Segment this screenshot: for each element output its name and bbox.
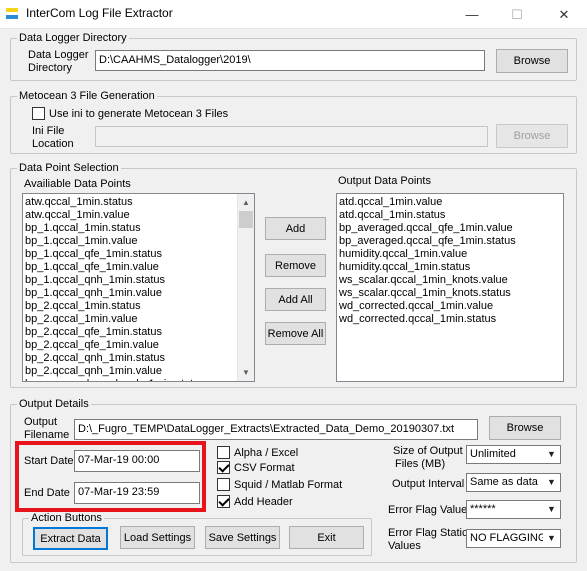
output-filename-input[interactable]: D:\_Fugro_TEMP\DataLogger_Extracts\Extra… — [74, 419, 478, 440]
add-all-button[interactable]: Add All — [265, 288, 326, 311]
datalogger-label-line1: Data Logger — [28, 49, 89, 61]
available-list-item[interactable]: bp_1.qccal_qnh_1min.status — [23, 274, 238, 287]
ini-label-line1: Ini File — [32, 125, 65, 137]
add-header-checkbox[interactable] — [217, 495, 230, 508]
metocean-group-label: Metocean 3 File Generation — [17, 89, 157, 103]
close-button[interactable]: ✕ — [541, 0, 587, 29]
use-ini-checkbox[interactable] — [32, 107, 45, 120]
error-static-label-line1: Error Flag Static — [388, 527, 468, 539]
output-list-item[interactable]: ws_scalar.qccal_1min_knots.status — [337, 287, 563, 300]
error-static-label-line2: Values — [388, 540, 421, 552]
output-list[interactable]: atd.qccal_1min.value atd.qccal_1min.statu… — [336, 193, 564, 382]
output-list-item[interactable]: wd_corrected.qccal_1min.status — [337, 313, 563, 326]
available-list-item[interactable]: atw.qccal_1min.status — [23, 196, 238, 209]
size-label-line2: Files (MB) — [395, 458, 446, 470]
datapoint-group: Data Point Selection Availiable Data Poi… — [10, 161, 577, 388]
interval-label: Output Interval — [392, 478, 465, 490]
use-ini-label: Use ini to generate Metocean 3 Files — [49, 108, 229, 120]
dropdown-arrow-icon[interactable]: ▼ — [543, 446, 560, 463]
squid-matlab-checkbox[interactable] — [217, 478, 230, 491]
available-label: Availiable Data Points — [24, 178, 131, 190]
filename-label-line1: Output — [24, 416, 58, 428]
available-list-item[interactable]: bp_averaged.qccal_qnh_1min.status — [23, 378, 238, 381]
date-highlight-frame — [15, 441, 206, 512]
datapoint-group-label: Data Point Selection — [17, 161, 121, 175]
ini-label-line2: Location — [32, 138, 74, 150]
dropdown-arrow-icon[interactable]: ▼ — [543, 530, 560, 547]
available-list-item[interactable]: bp_2.qccal_qnh_1min.status — [23, 352, 238, 365]
output-list-item[interactable]: humidity.qccal_1min.status — [337, 261, 563, 274]
datalogger-group-label: Data Logger Directory — [17, 31, 129, 45]
available-list-item[interactable]: atw.qccal_1min.value — [23, 209, 238, 222]
interval-select-value: Same as data — [470, 476, 538, 488]
size-label-line1: Size of Output — [393, 445, 463, 457]
csv-format-checkbox[interactable] — [217, 461, 230, 474]
available-list-item[interactable]: bp_1.qccal_1min.value — [23, 235, 238, 248]
scroll-up-icon[interactable]: ▲ — [238, 194, 254, 211]
output-list-item[interactable]: atd.qccal_1min.value — [337, 196, 563, 209]
load-settings-button[interactable]: Load Settings — [120, 526, 195, 549]
minimize-button[interactable]: — — [449, 0, 495, 29]
datalogger-path-input[interactable]: D:\CAAHMS_Datalogger\2019\ — [95, 50, 485, 71]
scroll-down-icon[interactable]: ▼ — [238, 364, 254, 381]
datalogger-browse-button[interactable]: Browse — [496, 49, 568, 73]
save-settings-button[interactable]: Save Settings — [205, 526, 280, 549]
add-header-label: Add Header — [234, 496, 293, 508]
datalogger-group: Data Logger Directory Data Logger Direct… — [10, 31, 577, 81]
metocean-group: Metocean 3 File Generation Use ini to ge… — [10, 89, 577, 154]
error-flag-label: Error Flag Value — [388, 504, 468, 516]
output-list-item[interactable]: atd.qccal_1min.status — [337, 209, 563, 222]
available-list-item[interactable]: bp_2.qccal_qnh_1min.value — [23, 365, 238, 378]
maximize-button[interactable]: ☐ — [494, 0, 540, 29]
app-logo-icon — [6, 7, 20, 21]
window-title: InterCom Log File Extractor — [26, 6, 173, 20]
squid-matlab-label: Squid / Matlab Format — [234, 479, 343, 491]
ini-browse-button[interactable]: Browse — [496, 124, 568, 148]
size-select-value: Unlimited — [470, 448, 516, 460]
ini-path-input[interactable] — [95, 126, 488, 147]
error-flag-select[interactable]: ****** ▼ — [466, 500, 561, 519]
extract-data-button[interactable]: Extract Data — [33, 527, 108, 550]
output-list-item[interactable]: wd_corrected.qccal_1min.value — [337, 300, 563, 313]
dropdown-arrow-icon[interactable]: ▼ — [543, 501, 560, 518]
dropdown-arrow-icon[interactable]: ▼ — [543, 474, 560, 491]
available-list-item[interactable]: bp_1.qccal_qfe_1min.value — [23, 261, 238, 274]
available-scrollbar[interactable]: ▲ ▼ — [237, 194, 254, 381]
alpha-excel-checkbox[interactable] — [217, 446, 230, 459]
available-list-item[interactable]: bp_1.qccal_1min.status — [23, 222, 238, 235]
action-group: Action Buttons Extract Data Load Setting… — [22, 511, 372, 556]
action-group-label: Action Buttons — [29, 511, 104, 525]
available-list-item[interactable]: bp_2.qccal_qfe_1min.value — [23, 339, 238, 352]
exit-button[interactable]: Exit — [289, 526, 364, 549]
error-flag-value: ****** — [470, 503, 496, 515]
output-browse-button[interactable]: Browse — [489, 416, 561, 440]
output-points-label: Output Data Points — [338, 175, 431, 187]
datalogger-label-line2: Directory — [28, 62, 73, 74]
add-button[interactable]: Add — [265, 217, 326, 240]
output-list-item[interactable]: humidity.qccal_1min.value — [337, 248, 563, 261]
remove-all-button[interactable]: Remove All — [265, 322, 326, 345]
error-static-value: NO FLAGGING — [470, 532, 547, 544]
error-static-select[interactable]: NO FLAGGING ▼ — [466, 529, 561, 548]
output-list-item[interactable]: ws_scalar.qccal_1min_knots.value — [337, 274, 563, 287]
available-list-item[interactable]: bp_2.qccal_1min.value — [23, 313, 238, 326]
available-list[interactable]: atw.qccal_1min.status atw.qccal_1min.valu… — [22, 193, 255, 382]
available-list-item[interactable]: bp_2.qccal_qfe_1min.status — [23, 326, 238, 339]
available-list-item[interactable]: bp_1.qccal_qfe_1min.status — [23, 248, 238, 261]
output-list-item[interactable]: bp_averaged.qccal_qfe_1min.value — [337, 222, 563, 235]
interval-select[interactable]: Same as data ▼ — [466, 473, 561, 492]
title-bar: InterCom Log File Extractor — ☐ ✕ — [0, 0, 587, 29]
size-select[interactable]: Unlimited ▼ — [466, 445, 561, 464]
available-list-item[interactable]: bp_2.qccal_1min.status — [23, 300, 238, 313]
remove-button[interactable]: Remove — [265, 254, 326, 277]
scroll-thumb[interactable] — [239, 211, 253, 228]
output-list-item[interactable]: bp_averaged.qccal_qfe_1min.status — [337, 235, 563, 248]
output-group-label: Output Details — [17, 397, 91, 411]
available-list-item[interactable]: bp_1.qccal_qnh_1min.value — [23, 287, 238, 300]
csv-format-label: CSV Format — [234, 462, 295, 474]
alpha-excel-label: Alpha / Excel — [234, 447, 299, 459]
